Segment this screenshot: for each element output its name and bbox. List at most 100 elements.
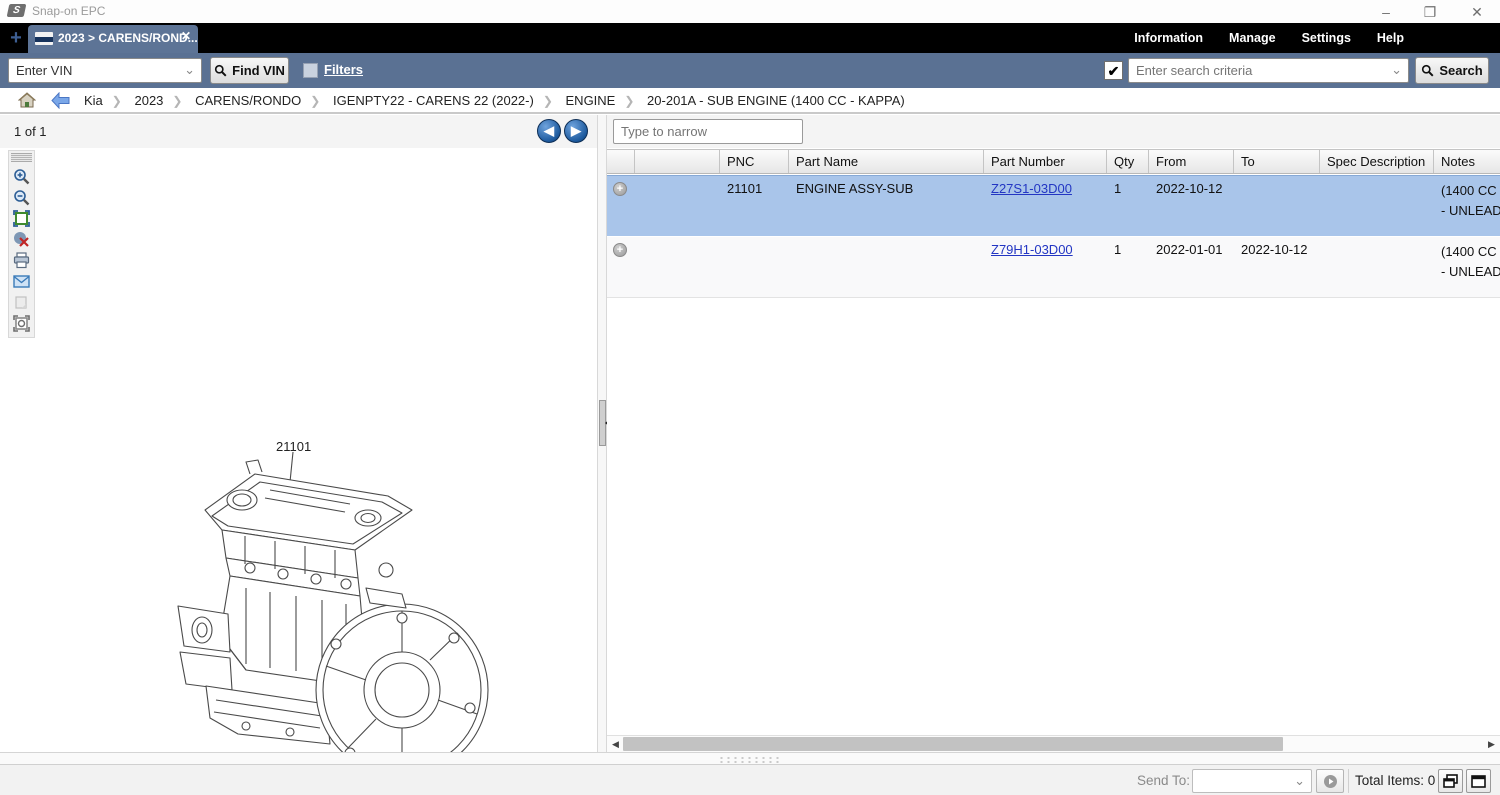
search-icon <box>214 64 227 77</box>
cell-part-number: Z79H1-03D00 <box>984 237 1107 297</box>
breadcrumb-model[interactable]: CARENS/RONDO <box>195 93 301 108</box>
breadcrumb-illustration[interactable]: 20-201A - SUB ENGINE (1400 CC - KAPPA) <box>647 93 905 108</box>
next-page-button[interactable]: ▶ <box>564 119 588 143</box>
send-to-go-button[interactable] <box>1316 769 1344 793</box>
clear-highlight-icon[interactable] <box>9 229 34 250</box>
menu-settings[interactable]: Settings <box>1302 31 1351 45</box>
menu-information[interactable]: Information <box>1134 31 1203 45</box>
image-toolbar <box>8 150 35 338</box>
notes-line: (1400 CC <box>1441 242 1500 262</box>
scroll-right-icon[interactable]: ▶ <box>1485 738 1498 751</box>
cell-part-name <box>789 237 984 297</box>
breadcrumb-separator-icon: ❯ <box>624 94 634 108</box>
expand-row-icon[interactable]: + <box>613 243 627 257</box>
single-window-button[interactable] <box>1466 769 1491 793</box>
cell-spec <box>1320 237 1434 297</box>
print-icon[interactable] <box>9 250 34 271</box>
part-number-link[interactable]: Z27S1-03D00 <box>991 181 1072 196</box>
panel-splitter[interactable] <box>597 115 607 752</box>
col-pnc[interactable]: PNC <box>720 150 789 173</box>
cell-pnc <box>720 237 789 297</box>
chevron-down-icon[interactable]: ⌄ <box>1391 62 1402 78</box>
app-menu: Information Manage Settings Help <box>1134 23 1404 53</box>
search-criteria-combobox[interactable]: Enter search criteria ⌄ <box>1128 58 1409 83</box>
home-icon[interactable] <box>18 92 36 108</box>
scrollbar-thumb[interactable] <box>623 737 1283 751</box>
part-number-link[interactable]: Z79H1-03D00 <box>991 242 1073 257</box>
menu-help[interactable]: Help <box>1377 31 1404 45</box>
cell-image <box>635 237 720 297</box>
col-expand[interactable] <box>607 150 635 173</box>
col-to[interactable]: To <box>1234 150 1320 173</box>
search-label: Search <box>1439 63 1482 78</box>
cell-part-number: Z27S1-03D00 <box>984 176 1107 236</box>
tab-close-icon[interactable]: ✕ <box>181 29 191 43</box>
maximize-button[interactable]: ❐ <box>1421 3 1439 21</box>
table-row[interactable]: + Z79H1-03D00 1 2022-01-01 2022-10-12 (1… <box>607 237 1500 298</box>
cell-notes: (1400 CC - UNLEAD <box>1434 237 1500 297</box>
breadcrumb-section[interactable]: ENGINE <box>566 93 616 108</box>
breadcrumb-kia[interactable]: Kia <box>84 93 103 108</box>
cascade-windows-button[interactable] <box>1438 769 1463 793</box>
col-part-number[interactable]: Part Number <box>984 150 1107 173</box>
tab-carens-rondo[interactable]: 2023 > CARENS/ROND... ✕ <box>28 25 198 53</box>
part-callout-label[interactable]: 21101 <box>276 439 311 454</box>
col-qty[interactable]: Qty <box>1107 150 1149 173</box>
go-arrow-icon <box>1323 774 1338 789</box>
zoom-out-icon[interactable] <box>9 187 34 208</box>
find-vin-button[interactable]: Find VIN <box>210 57 289 84</box>
col-spec-description[interactable]: Spec Description <box>1320 150 1434 173</box>
col-image[interactable] <box>635 150 720 173</box>
minimize-button[interactable]: – <box>1377 3 1395 21</box>
new-tab-button[interactable]: + <box>6 27 26 49</box>
viewer-header: 1 of 1 ◀ ▶ <box>0 115 597 148</box>
status-bar: Send To: ⌄ Total Items: 0 <box>0 764 1500 795</box>
menu-manage[interactable]: Manage <box>1229 31 1276 45</box>
col-part-name[interactable]: Part Name <box>789 150 984 173</box>
page-indicator: 1 of 1 <box>14 124 47 139</box>
back-arrow-icon[interactable] <box>51 92 70 109</box>
table-horizontal-scrollbar[interactable]: ◀ ▶ <box>607 735 1500 752</box>
table-header-strip: Type to narrow <box>607 115 1500 148</box>
fit-to-window-icon[interactable] <box>9 208 34 229</box>
breadcrumb-year[interactable]: 2023 <box>134 93 163 108</box>
parts-table: PNC Part Name Part Number Qty From To Sp… <box>607 148 1500 752</box>
table-row[interactable]: + 21101 ENGINE ASSY-SUB Z27S1-03D00 1 20… <box>607 175 1500 236</box>
bottom-splitter[interactable] <box>0 752 1500 764</box>
expand-row-icon[interactable]: + <box>613 182 627 196</box>
copy-page-icon <box>9 292 34 313</box>
breadcrumb-catalog[interactable]: IGENPTY22 - CARENS 22 (2022-) <box>333 93 534 108</box>
vin-combobox[interactable]: Enter VIN ⌄ <box>8 58 202 83</box>
engine-illustration[interactable] <box>150 438 490 752</box>
toolbar-grip-handle[interactable] <box>11 153 32 162</box>
search-options-checkbox[interactable]: ✔ <box>1104 61 1123 80</box>
prev-page-button[interactable]: ◀ <box>537 119 561 143</box>
breadcrumb: Kia❯ 2023❯ CARENS/RONDO❯ IGENPTY22 - CAR… <box>84 93 905 108</box>
narrow-filter-input[interactable]: Type to narrow <box>613 119 803 144</box>
illustration-viewer: 21101 FR. <box>0 148 597 752</box>
zoom-in-icon[interactable] <box>9 166 34 187</box>
splitter-grip-icon <box>718 756 780 763</box>
filters-link[interactable]: Filters <box>324 62 363 77</box>
chevron-down-icon[interactable]: ⌄ <box>1294 773 1305 789</box>
email-icon[interactable] <box>9 271 34 292</box>
search-placeholder: Enter search criteria <box>1136 63 1252 78</box>
zoom-area-icon[interactable] <box>9 313 34 334</box>
find-vin-label: Find VIN <box>232 63 285 78</box>
chevron-down-icon[interactable]: ⌄ <box>184 62 195 78</box>
splitter-collapse-handle[interactable] <box>599 400 606 446</box>
cell-to: 2022-10-12 <box>1234 237 1320 297</box>
col-notes[interactable]: Notes <box>1434 150 1500 173</box>
notes-line: - UNLEAD <box>1441 201 1500 221</box>
filters-checkbox[interactable] <box>303 63 318 78</box>
scroll-left-icon[interactable]: ◀ <box>609 738 622 751</box>
cell-part-name: ENGINE ASSY-SUB <box>789 176 984 236</box>
tab-thumbnail-icon <box>35 32 53 45</box>
cell-image <box>635 176 720 236</box>
status-divider <box>1348 769 1349 793</box>
col-from[interactable]: From <box>1149 150 1234 173</box>
close-button[interactable]: ✕ <box>1468 3 1486 21</box>
search-button[interactable]: Search <box>1415 57 1489 84</box>
send-to-dropdown[interactable]: ⌄ <box>1192 769 1312 793</box>
single-window-icon <box>1471 775 1486 788</box>
